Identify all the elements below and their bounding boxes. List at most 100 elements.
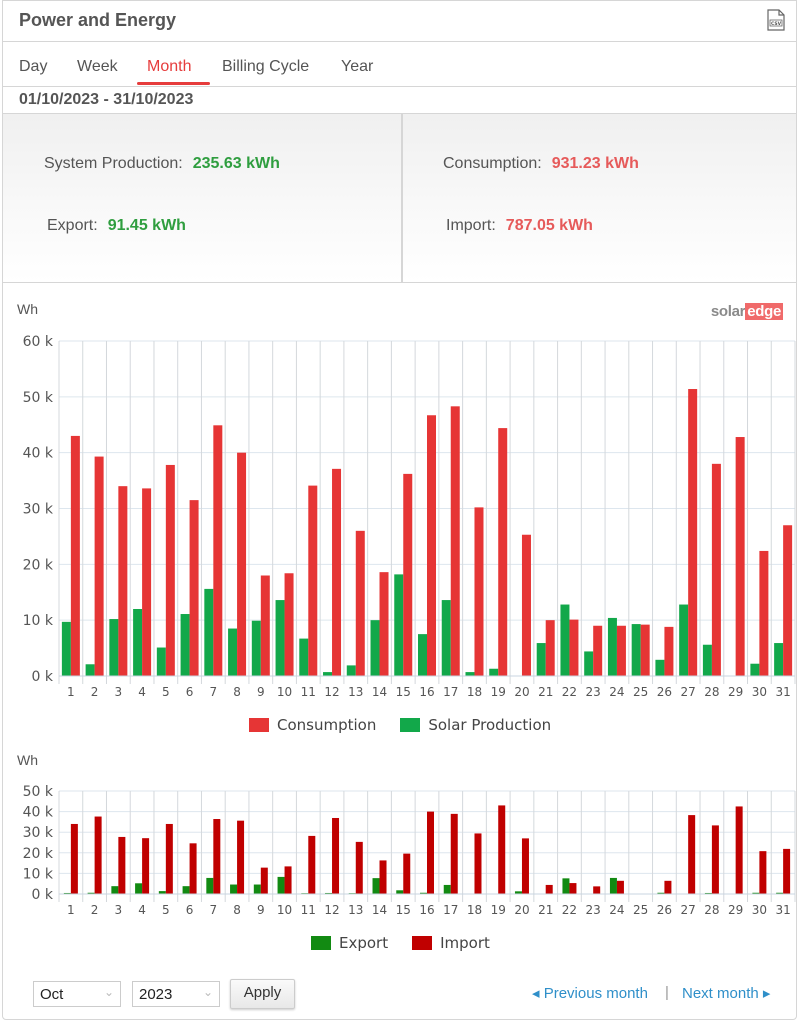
chart1-x-tick-label: 26 — [657, 685, 672, 699]
chart1-bar-solar-production — [109, 619, 119, 676]
chart2-bar-import — [688, 815, 696, 894]
chart1-x-tick-label: 22 — [562, 685, 577, 699]
year-select[interactable]: 2023 ⌄ — [132, 981, 220, 1007]
chart2-bar-import — [165, 823, 173, 894]
chart1-x-tick-label: 20 — [514, 685, 529, 699]
chart1-x-tick-label: 28 — [704, 685, 719, 699]
chart1-bar-solar-production — [180, 614, 190, 676]
chart1-bar-solar-production — [489, 668, 499, 676]
chart1-x-tick-label: 11 — [301, 685, 316, 699]
chart1-bar-solar-production — [156, 647, 166, 676]
chart2-y-tick-label: 40 k — [23, 805, 54, 821]
tab-month[interactable]: Month — [147, 58, 191, 76]
chart1-x-tick-label: 12 — [324, 685, 339, 699]
active-tab-indicator — [137, 82, 210, 85]
chart1-bar-solar-production — [275, 600, 285, 676]
svg-text:CSV: CSV — [771, 21, 782, 27]
chart2-bar-import — [308, 835, 316, 894]
month-select[interactable]: Oct ⌄ — [33, 981, 121, 1007]
chart1-bar-consumption — [332, 468, 342, 676]
chart2-x-tick-label: 4 — [138, 903, 146, 917]
chart2-bar-import — [569, 883, 577, 894]
chart2-x-tick-label: 28 — [704, 903, 719, 917]
legend-solar-production[interactable]: Solar Production — [400, 716, 551, 734]
chart2-bar-import — [260, 867, 268, 894]
chart2-x-tick-label: 2 — [91, 903, 99, 917]
chart1-bar-solar-production — [465, 672, 475, 676]
chart2-bar-export — [277, 876, 285, 894]
csv-file-icon[interactable]: CSV — [766, 9, 786, 31]
chart1-y-unit: Wh — [17, 301, 38, 317]
chart1-x-tick-label: 3 — [115, 685, 123, 699]
export-value: 91.45 kWh — [107, 217, 186, 234]
chart1-bar-solar-production — [679, 604, 689, 676]
chart2-x-tick-label: 20 — [514, 903, 529, 917]
chart1-bar-consumption — [450, 406, 460, 676]
previous-month-link[interactable]: ◂ Previous month — [532, 984, 648, 1002]
chart1-x-tick-label: 9 — [257, 685, 265, 699]
chart2-x-tick-label: 21 — [538, 903, 553, 917]
chart1-bar-consumption — [118, 486, 128, 676]
tab-day[interactable]: Day — [19, 58, 47, 76]
chart1-x-tick-label: 14 — [372, 685, 387, 699]
chart1-bar-solar-production — [85, 664, 95, 676]
chart1-y-tick-label: 40 k — [23, 446, 54, 462]
chart1-legend: Consumption Solar Production — [249, 716, 551, 734]
chart2-bar-import — [332, 817, 340, 894]
chart1-x-tick-label: 19 — [491, 685, 506, 699]
export-import-chart: 0 k10 k20 k30 k40 k50 k1 2 3 4 5 6 7 8 9 10 11 12 13… — [23, 784, 796, 917]
legend-import[interactable]: Import — [412, 934, 490, 952]
chart1-bar-consumption — [142, 488, 152, 676]
chart2-y-tick-label: 50 k — [23, 784, 54, 800]
chart1-x-tick-label: 23 — [586, 685, 601, 699]
chart2-x-tick-label: 24 — [609, 903, 624, 917]
export-stat: Export: 91.45 kWh — [47, 217, 186, 235]
chart2-bar-export — [111, 886, 119, 894]
chart2-bar-import — [711, 825, 719, 894]
chart1-x-tick-label: 8 — [233, 685, 241, 699]
chart2-y-unit: Wh — [17, 752, 38, 768]
consumption-production-chart: 0 k10 k20 k30 k40 k50 k60 k1 2 3 4 5 6 7 8 9 10 11… — [23, 334, 796, 699]
legend-export[interactable]: Export — [311, 934, 388, 952]
chart1-bar-consumption — [308, 485, 318, 676]
import-label: Import: — [446, 217, 496, 234]
chart1-x-tick-label: 6 — [186, 685, 194, 699]
apply-button[interactable]: Apply — [230, 979, 295, 1009]
chart1-bar-consumption — [759, 550, 769, 676]
chart2-y-tick-label: 0 k — [32, 887, 54, 903]
chart1-x-tick-label: 16 — [419, 685, 434, 699]
chart1-x-tick-label: 25 — [633, 685, 648, 699]
tab-billing-cycle[interactable]: Billing Cycle — [222, 58, 309, 76]
chart2-legend: Export Import — [311, 934, 490, 952]
chart2-bar-import — [118, 836, 126, 894]
chart1-bar-solar-production — [370, 620, 380, 676]
chart2-x-tick-label: 1 — [67, 903, 75, 917]
chart2-bar-export — [206, 877, 214, 894]
chart2-bar-import — [379, 860, 387, 894]
chart1-bar-consumption — [640, 624, 650, 676]
chart1-bar-solar-production — [607, 617, 617, 676]
chart2-x-tick-label: 13 — [348, 903, 363, 917]
chart2-x-tick-label: 22 — [562, 903, 577, 917]
chart2-x-tick-label: 23 — [586, 903, 601, 917]
chart2-bar-import — [664, 880, 672, 894]
tab-year[interactable]: Year — [341, 58, 373, 76]
chart1-y-tick-label: 20 k — [23, 557, 54, 573]
chart1-x-tick-label: 24 — [609, 685, 624, 699]
legend-consumption[interactable]: Consumption — [249, 716, 376, 734]
chart1-y-tick-label: 0 k — [32, 669, 54, 685]
chart2-x-tick-label: 18 — [467, 903, 482, 917]
chart1-bar-consumption — [379, 572, 389, 676]
chart1-bar-consumption — [569, 619, 579, 676]
next-month-link[interactable]: Next month ▸ — [682, 984, 770, 1002]
summary-panel: System Production: 235.63 kWh Export: 91.4… — [3, 113, 796, 283]
chart2-y-tick-label: 20 k — [23, 846, 54, 862]
chart1-bar-consumption — [593, 625, 603, 676]
chart2-bar-import — [593, 886, 601, 894]
chart2-bar-export — [372, 878, 380, 894]
chart2-bar-import — [142, 838, 150, 894]
chart2-x-tick-label: 17 — [443, 903, 458, 917]
chart2-bar-export — [396, 890, 404, 894]
tab-week[interactable]: Week — [77, 58, 118, 76]
chart2-bar-import — [474, 833, 482, 894]
